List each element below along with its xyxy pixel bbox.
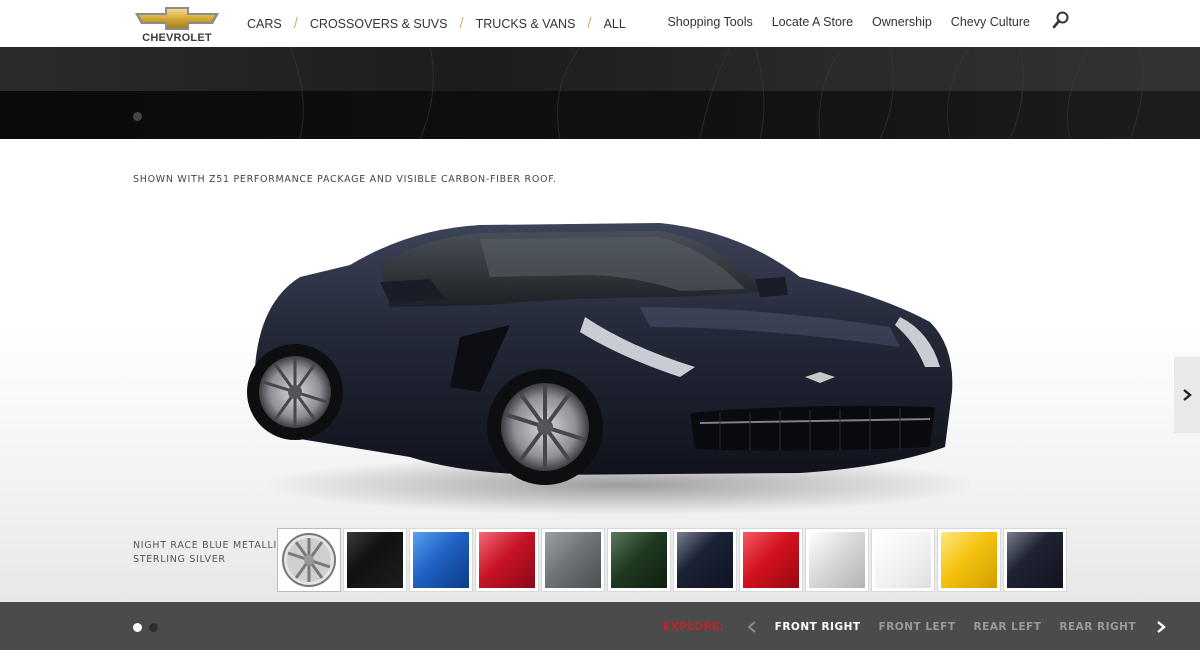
nav-cars[interactable]: CARS <box>247 17 282 31</box>
nav-chevy-culture[interactable]: Chevy Culture <box>951 15 1030 29</box>
selected-color-name: NIGHT RACE BLUE METALLIC STERLING SILVER <box>133 539 284 567</box>
view-controls-bar: EXPLORE: FRONT RIGHT FRONT LEFT REAR LEF… <box>0 602 1200 650</box>
swatch-green[interactable] <box>607 528 671 592</box>
swatch-night-race-blue[interactable] <box>673 528 737 592</box>
vehicle-stage: SHOWN WITH Z51 PERFORMANCE PACKAGE AND V… <box>0 139 1200 602</box>
swatch-silver[interactable] <box>805 528 869 592</box>
nav-crossovers-suvs[interactable]: CROSSOVERS & SUVS <box>310 17 448 31</box>
next-view-button[interactable] <box>1154 620 1168 634</box>
swatch-chip <box>941 532 997 588</box>
corvette-image <box>247 223 970 515</box>
view-rear-right[interactable]: REAR RIGHT <box>1059 621 1136 633</box>
explore-views: EXPLORE: FRONT RIGHT FRONT LEFT REAR LEF… <box>663 620 1168 634</box>
swatch-gray[interactable] <box>541 528 605 592</box>
chevrolet-logo[interactable]: CHEVROLET <box>133 4 221 44</box>
top-navigation: CHEVROLET CARS / CROSSOVERS & SUVS / TRU… <box>0 0 1200 47</box>
pager-dot-active[interactable] <box>133 623 142 632</box>
swatch-blue[interactable] <box>409 528 473 592</box>
previous-view-button[interactable] <box>745 620 759 634</box>
pager-dot[interactable] <box>149 623 158 632</box>
color-name-line1: NIGHT RACE BLUE METALLIC <box>133 540 285 551</box>
next-image-button[interactable] <box>1174 357 1200 433</box>
swatch-chip <box>611 532 667 588</box>
swatch-sterling-silver-wheel[interactable] <box>277 528 341 592</box>
swatch-white[interactable] <box>871 528 935 592</box>
nav-locate-a-store[interactable]: Locate A Store <box>772 15 853 29</box>
chevron-left-icon <box>747 621 756 633</box>
swatch-chip <box>479 532 535 588</box>
swatch-red[interactable] <box>475 528 539 592</box>
swatch-chip <box>347 532 403 588</box>
logo-wordmark: CHEVROLET <box>142 32 212 44</box>
swatch-chip <box>743 532 799 588</box>
nav-shopping-tools[interactable]: Shopping Tools <box>667 15 752 29</box>
swatch-yellow[interactable] <box>937 528 1001 592</box>
color-swatches <box>277 528 1069 592</box>
swatch-chip <box>677 532 733 588</box>
chevron-right-icon <box>1183 389 1192 401</box>
vehicle-caption: SHOWN WITH Z51 PERFORMANCE PACKAGE AND V… <box>133 174 557 185</box>
search-icon[interactable] <box>1052 11 1070 29</box>
swatch-dark-blue[interactable] <box>1003 528 1067 592</box>
wheel-icon <box>282 533 336 587</box>
nav-separator: / <box>587 15 592 32</box>
swatch-chip <box>875 532 931 588</box>
bowtie-icon <box>135 7 219 30</box>
hero-banner <box>0 47 1200 139</box>
swatch-black[interactable] <box>343 528 407 592</box>
view-front-left[interactable]: FRONT LEFT <box>879 621 956 633</box>
swatch-chip <box>413 532 469 588</box>
gallery-pager <box>133 623 165 632</box>
nav-trucks-vans[interactable]: TRUCKS & VANS <box>476 17 576 31</box>
primary-nav: CARS / CROSSOVERS & SUVS / TRUCKS & VANS… <box>247 15 626 32</box>
nav-separator: / <box>459 15 464 32</box>
color-name-line2: STERLING SILVER <box>133 554 226 565</box>
chevron-right-icon <box>1157 621 1166 633</box>
swatch-torch-red[interactable] <box>739 528 803 592</box>
view-front-right[interactable]: FRONT RIGHT <box>775 621 861 633</box>
view-rear-left[interactable]: REAR LEFT <box>974 621 1042 633</box>
nav-all[interactable]: ALL <box>604 17 626 31</box>
swatch-chip <box>809 532 865 588</box>
swatch-chip <box>545 532 601 588</box>
nav-ownership[interactable]: Ownership <box>872 15 932 29</box>
swatch-chip <box>1007 532 1063 588</box>
nav-separator: / <box>293 15 298 32</box>
hero-pager-dot[interactable] <box>133 112 142 121</box>
secondary-nav: Shopping Tools Locate A Store Ownership … <box>648 15 1030 29</box>
hero-grass-texture <box>289 47 1144 139</box>
explore-label: EXPLORE: <box>663 621 725 633</box>
